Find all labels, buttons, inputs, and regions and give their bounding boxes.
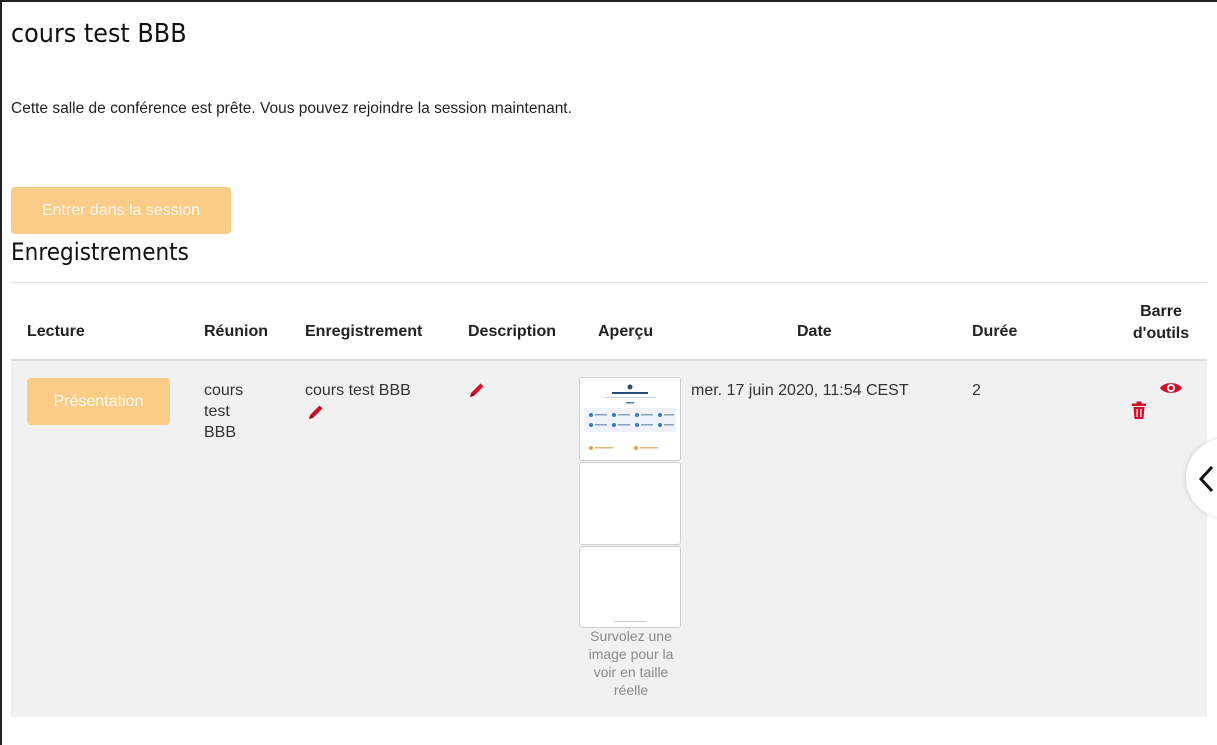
column-header-toolbar-line2: d'outils xyxy=(1132,325,1190,342)
preview-hover-hint-line: Survolez une xyxy=(590,628,672,644)
trash-icon[interactable] xyxy=(1131,401,1147,420)
column-header-duration: Durée xyxy=(972,323,1018,340)
meeting-name: cours test BBB xyxy=(204,380,243,443)
recording-name: cours test BBB xyxy=(305,382,411,399)
slide-preview-image xyxy=(580,547,680,627)
page-title: cours test BBB xyxy=(11,19,187,49)
eye-icon[interactable] xyxy=(1159,380,1183,396)
presentation-playback-button[interactable]: Présentation xyxy=(27,378,170,425)
preview-hover-hint: Survolez une image pour la voir en taill… xyxy=(576,627,686,699)
column-header-date: Date xyxy=(797,323,832,340)
column-header-playback: Lecture xyxy=(27,323,85,340)
slide-preview-image xyxy=(580,378,680,460)
preview-hover-hint-line: image pour la xyxy=(588,646,674,662)
divider xyxy=(11,282,1207,283)
chevron-left-icon xyxy=(1198,465,1214,493)
meeting-name-line: cours xyxy=(204,382,244,399)
column-header-description: Description xyxy=(468,323,557,340)
pencil-icon[interactable] xyxy=(467,380,487,400)
column-header-toolbar-line1: Barre xyxy=(1140,303,1182,320)
column-header-recording: Enregistrement xyxy=(305,323,423,340)
join-session-button[interactable]: Entrer dans la session xyxy=(11,187,231,234)
preview-thumbnail[interactable] xyxy=(579,462,681,545)
preview-hover-hint-line: voir en taille xyxy=(593,664,669,680)
preview-thumbnail[interactable] xyxy=(579,377,681,461)
column-header-preview: Aperçu xyxy=(598,323,654,340)
status-message: Cette salle de conférence est prête. Vou… xyxy=(11,100,572,117)
recording-duration: 2 xyxy=(972,382,981,399)
column-header-meeting: Réunion xyxy=(204,323,268,340)
meeting-name-line: test xyxy=(204,403,230,420)
recordings-title: Enregistrements xyxy=(11,238,189,266)
column-header-toolbar: Barre d'outils xyxy=(1129,301,1193,345)
pencil-icon[interactable] xyxy=(306,402,326,422)
preview-thumbnail[interactable] xyxy=(579,546,681,628)
preview-hover-hint-line: réelle xyxy=(613,682,649,698)
meeting-name-line: BBB xyxy=(204,424,237,441)
recording-date: mer. 17 juin 2020, 11:54 CEST xyxy=(691,382,909,399)
